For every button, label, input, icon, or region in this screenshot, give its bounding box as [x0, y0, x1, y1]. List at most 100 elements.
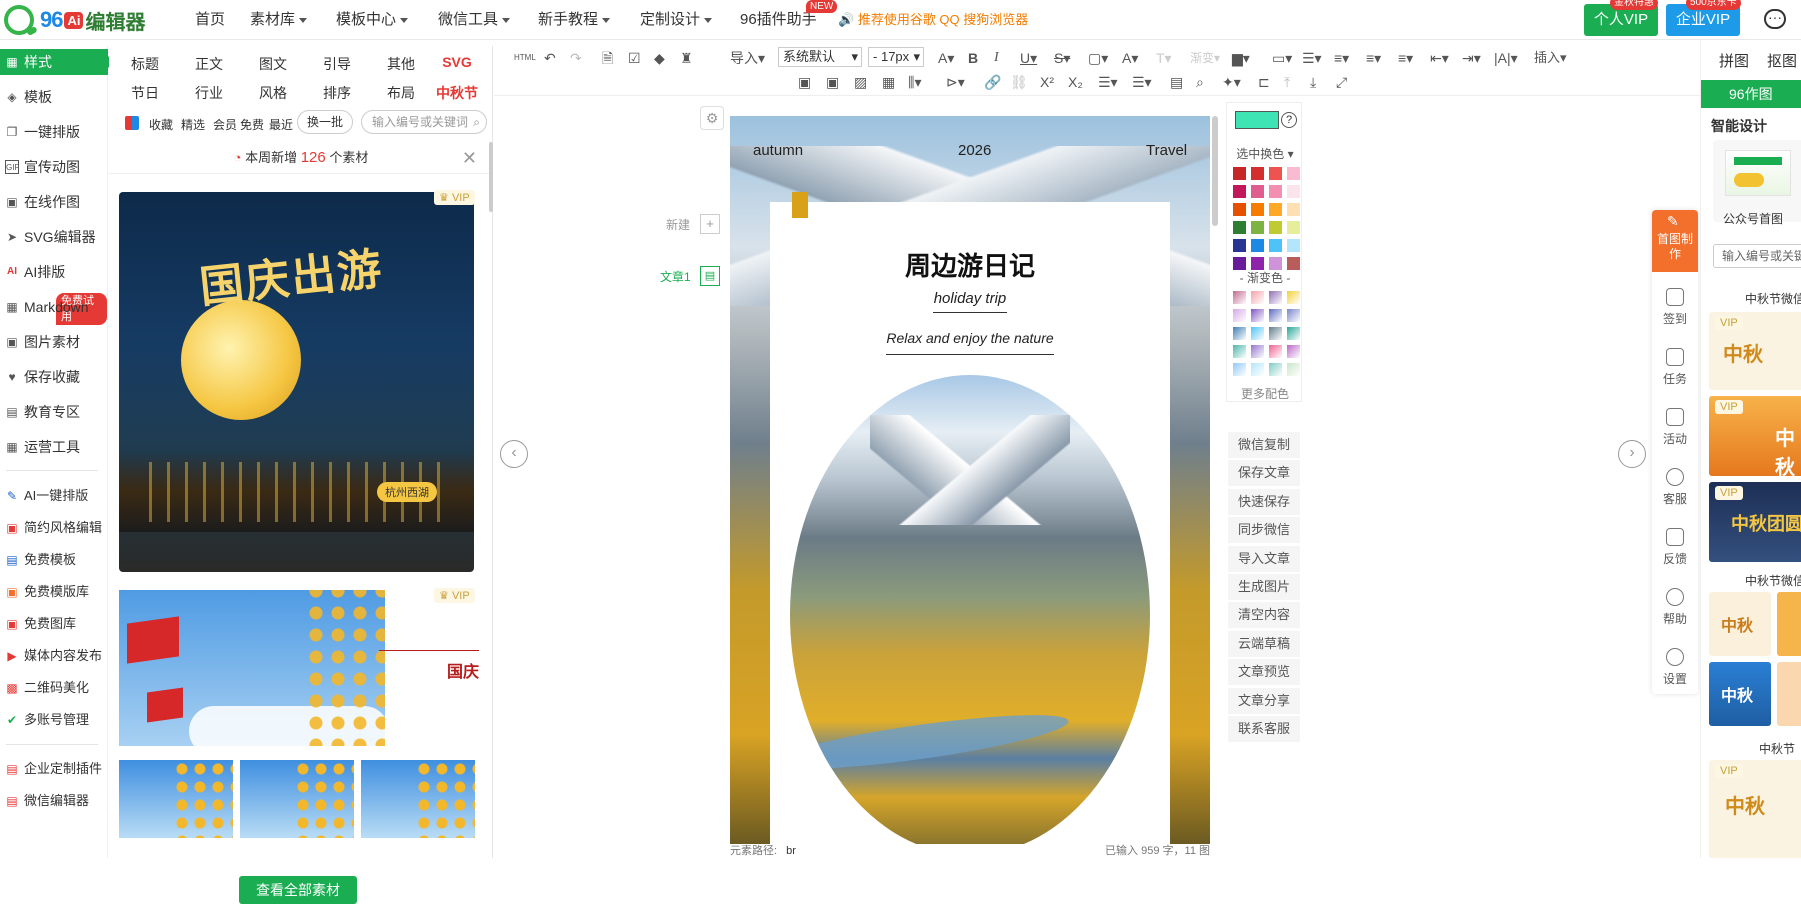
- gallery-icon[interactable]: ▣: [826, 72, 839, 92]
- gradient-swatch[interactable]: [1251, 309, 1264, 322]
- cat-layout[interactable]: 布局: [373, 83, 429, 103]
- select-recolor-dropdown[interactable]: 选中换色 ▾: [1227, 145, 1303, 162]
- design-thumb[interactable]: 中秋 VIP: [1709, 760, 1801, 858]
- align-center-icon[interactable]: ≡▾: [1366, 48, 1381, 68]
- material-search-input[interactable]: 输入编号或关键词 ⌕: [361, 110, 487, 134]
- tool-multi-account[interactable]: ✔ 多账号管理: [0, 707, 108, 733]
- font-size-select[interactable]: - 17px ▾: [868, 47, 924, 67]
- color-swatch[interactable]: [1287, 239, 1300, 252]
- format-painter-icon[interactable]: ♜: [680, 48, 693, 68]
- design-search-input[interactable]: 输入编号或关键词: [1713, 244, 1801, 268]
- html-icon[interactable]: HTML: [514, 48, 536, 68]
- material-card-flag[interactable]: [119, 590, 385, 746]
- gradient-swatch[interactable]: [1233, 309, 1246, 322]
- gradient-swatch[interactable]: [1251, 345, 1264, 358]
- outdent-icon[interactable]: ⇥▾: [1462, 48, 1481, 68]
- nav-custom[interactable]: 定制设计: [640, 0, 713, 40]
- align-left-icon[interactable]: ≡▾: [1334, 48, 1349, 68]
- filter-free[interactable]: 免费: [240, 116, 264, 133]
- cat-other[interactable]: 其他: [373, 54, 429, 74]
- table-icon[interactable]: ▦: [882, 72, 895, 92]
- gradient-swatch[interactable]: [1269, 327, 1282, 340]
- redo-icon[interactable]: ↷: [570, 48, 582, 68]
- paragraph-spacing-icon[interactable]: ≡▾: [1398, 48, 1413, 68]
- design-thumb[interactable]: 中秋团圆 VIP: [1709, 482, 1801, 562]
- filter-recent[interactable]: 最近: [269, 116, 293, 133]
- current-color-swatch[interactable]: [1235, 111, 1279, 129]
- columns-icon[interactable]: ⫼▾: [908, 72, 921, 92]
- cat-industry[interactable]: 行业: [181, 83, 237, 103]
- chevron-left-icon[interactable]: ‹: [500, 440, 528, 468]
- gradient-swatch[interactable]: [1287, 309, 1300, 322]
- undo-icon[interactable]: ↶: [544, 48, 556, 68]
- color-swatch[interactable]: [1233, 221, 1246, 234]
- gradient-swatch[interactable]: [1269, 363, 1282, 376]
- gradient-swatch[interactable]: [1251, 363, 1264, 376]
- sidebar-item-online-draw[interactable]: ▣ 在线作图: [0, 189, 108, 215]
- font-family-select[interactable]: 系统默认 ▾: [778, 47, 862, 67]
- background-icon[interactable]: ▨: [854, 72, 867, 92]
- new-doc-icon[interactable]: 🗎: [602, 48, 613, 68]
- font-color-icon[interactable]: A▾: [1122, 48, 1138, 68]
- color-swatch[interactable]: [1269, 239, 1282, 252]
- color-swatch[interactable]: [1233, 185, 1246, 198]
- color-swatch[interactable]: [1287, 185, 1300, 198]
- color-swatch[interactable]: [1287, 221, 1300, 234]
- nav-wechat-tools[interactable]: 微信工具: [438, 0, 511, 40]
- filter-favorites[interactable]: 收藏: [149, 116, 173, 133]
- sidebar-item-svg[interactable]: ➤ SVG编辑器: [0, 224, 108, 250]
- magic-icon[interactable]: ✦▾: [1222, 72, 1241, 92]
- sidebar-item-ops-tools[interactable]: ▦ 运营工具: [0, 434, 108, 460]
- material-thumb[interactable]: [361, 760, 475, 838]
- gradient-swatch[interactable]: [1287, 345, 1300, 358]
- search-replace-icon[interactable]: ⌕: [1196, 72, 1204, 92]
- insert-dropdown[interactable]: 插入▾: [1534, 48, 1567, 68]
- font-size-up-icon[interactable]: A▾: [938, 48, 954, 68]
- sidebar-item-gif[interactable]: GIF 宣传动图: [0, 154, 108, 180]
- gradient-swatch[interactable]: [1233, 363, 1246, 376]
- tool-free-gallery[interactable]: ▣ 免费图库: [0, 611, 108, 637]
- color-swatch[interactable]: [1269, 221, 1282, 234]
- color-swatch[interactable]: [1269, 185, 1282, 198]
- canvas-scrollbar[interactable]: [1212, 116, 1218, 226]
- link-icon[interactable]: 🔗: [984, 72, 1001, 92]
- message-icon[interactable]: ···: [1764, 9, 1786, 29]
- material-thumb[interactable]: [240, 760, 354, 838]
- ab-icon[interactable]: ▆▾: [1232, 48, 1250, 68]
- tool-free-template[interactable]: ▤ 免费模板: [0, 547, 108, 573]
- eraser-icon[interactable]: ◆: [654, 48, 665, 68]
- gradient-swatch[interactable]: [1269, 291, 1282, 304]
- action-button[interactable]: 导入文章: [1228, 545, 1300, 572]
- color-swatch[interactable]: [1251, 185, 1264, 198]
- gear-icon[interactable]: ⚙: [700, 106, 724, 130]
- cat-guide[interactable]: 引导: [309, 54, 365, 74]
- strikethrough-icon[interactable]: S▾: [1054, 48, 1070, 68]
- letter-spacing-icon[interactable]: |A|▾: [1494, 48, 1518, 68]
- color-swatch[interactable]: [1251, 167, 1264, 180]
- rail-service[interactable]: 客服: [1652, 468, 1698, 507]
- article-subtitle[interactable]: holiday trip: [770, 290, 1170, 307]
- tool-ai-layout[interactable]: ✎ AI一键排版: [0, 483, 108, 509]
- color-swatch[interactable]: [1269, 167, 1282, 180]
- superscript-icon[interactable]: X²: [1040, 72, 1054, 92]
- action-button[interactable]: 文章预览: [1228, 659, 1300, 686]
- filter-member[interactable]: 会员: [213, 116, 237, 133]
- tool-media-publish[interactable]: ▶ 媒体内容发布: [0, 643, 108, 669]
- fullscreen-icon[interactable]: ⤢: [1336, 72, 1347, 92]
- gradient-swatch[interactable]: [1251, 327, 1264, 340]
- new-article-button[interactable]: +: [700, 214, 720, 234]
- panel-scrollbar[interactable]: [489, 142, 493, 212]
- more-colors-link[interactable]: 更多配色: [1227, 385, 1303, 402]
- tool-wechat-editor[interactable]: ▤ 微信编辑器: [0, 788, 108, 814]
- cat-body[interactable]: 正文: [181, 54, 237, 74]
- action-button[interactable]: 微信复制: [1228, 432, 1300, 458]
- format-icon[interactable]: ⊏: [1258, 72, 1270, 92]
- nav-material[interactable]: 素材库: [250, 0, 308, 40]
- article-tab-button[interactable]: ▤: [700, 266, 720, 286]
- rail-settings[interactable]: 设置: [1652, 648, 1698, 687]
- sidebar-item-image-material[interactable]: ▣ 图片素材: [0, 329, 108, 355]
- design-thumb[interactable]: 中秋 VIP: [1709, 312, 1801, 390]
- color-swatch[interactable]: [1251, 221, 1264, 234]
- design-thumb[interactable]: [1777, 662, 1801, 726]
- rail-first-image[interactable]: ✎ 首图制作: [1652, 210, 1698, 272]
